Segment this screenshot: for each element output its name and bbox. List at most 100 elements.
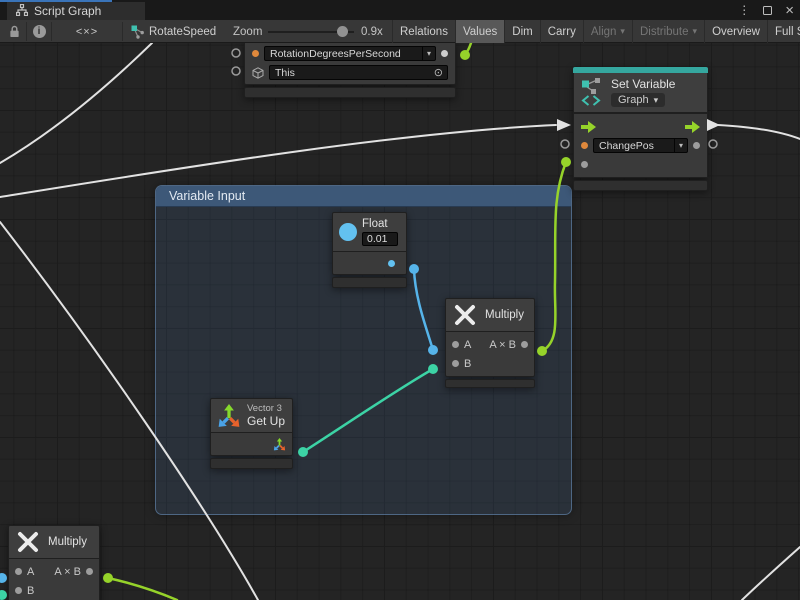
- wire-green-multiply-bottom-out[interactable]: [108, 578, 177, 600]
- output-port[interactable]: [521, 341, 528, 348]
- tab-script-graph[interactable]: Script Graph: [7, 2, 145, 20]
- toolbar-separator: [122, 22, 123, 41]
- vector3-output-port[interactable]: [273, 438, 286, 456]
- distribute-button[interactable]: Distribute▾: [632, 20, 704, 43]
- wire-white-from-set-variable[interactable]: [718, 125, 800, 139]
- input-a-port[interactable]: [15, 568, 22, 575]
- graph-toolbar: i <×> RotateSpeed Zoom 0.9x Relations Va…: [0, 20, 800, 43]
- node-title: Multiply: [485, 309, 524, 321]
- chevron-down-icon: ▾: [693, 26, 698, 37]
- unconnected-port[interactable]: [232, 67, 240, 75]
- wire-green-get-variable-out[interactable]: [465, 43, 471, 55]
- output-label: A × B: [54, 566, 81, 578]
- node-get-variable[interactable]: RotationDegreesPerSecond ▾ This: [244, 43, 456, 98]
- multiply-icon: [453, 303, 477, 327]
- code-view-button[interactable]: <×>: [52, 20, 122, 43]
- value-input-port[interactable]: [581, 161, 588, 168]
- wire-end-green[interactable]: [103, 573, 113, 583]
- variable-value-output-port[interactable]: [441, 50, 448, 57]
- node-type-label: Vector 3: [247, 403, 285, 414]
- unconnected-port[interactable]: [709, 140, 717, 148]
- unconnected-port[interactable]: [232, 49, 240, 57]
- node-footer: [210, 458, 293, 469]
- lock-icon: [9, 25, 20, 38]
- output-label: A × B: [489, 339, 516, 351]
- wire-white-bottomright[interactable]: [742, 547, 800, 600]
- chevron-down-icon: ▾: [620, 26, 625, 37]
- graph-canvas[interactable]: Variable Input RotationDegreesPerSecond …: [0, 43, 800, 600]
- zoom-slider-handle[interactable]: [337, 26, 348, 37]
- inspect-button[interactable]: i: [27, 20, 51, 43]
- set-variable-icon: [581, 77, 603, 107]
- chevron-down-icon: ▾: [674, 139, 687, 152]
- input-a-port[interactable]: [452, 341, 459, 348]
- unity-script-graph-window: Script Graph ⋮ × i <×>: [0, 0, 800, 600]
- variable-name-value: RotationDegreesPerSecond: [265, 48, 406, 60]
- wire-arrowhead-out: [707, 119, 720, 131]
- wire-end-green[interactable]: [561, 157, 571, 167]
- node-multiply[interactable]: Multiply A A × B B: [445, 298, 535, 388]
- wire-end-green[interactable]: [460, 50, 470, 60]
- control-input-port[interactable]: [581, 121, 596, 133]
- node-set-variable[interactable]: Set Variable Graph ▾: [573, 67, 708, 191]
- node-title: Multiply: [48, 536, 87, 548]
- node-float-literal[interactable]: Float 0.01: [332, 212, 407, 288]
- script-graph-icon: [16, 4, 28, 19]
- value-output-port[interactable]: [693, 142, 700, 149]
- input-b-label: B: [464, 358, 471, 370]
- code-toggle-icon: <×>: [76, 26, 98, 38]
- input-b-port[interactable]: [15, 587, 22, 594]
- values-button[interactable]: Values: [455, 20, 504, 43]
- lock-button[interactable]: [2, 20, 26, 43]
- graph-breadcrumb-icon: [130, 20, 146, 43]
- input-a-label: A: [27, 566, 34, 578]
- input-b-label: B: [27, 585, 34, 597]
- node-get-up[interactable]: Vector 3 Get Up: [210, 398, 293, 469]
- titlebar: Script Graph ⋮ ×: [0, 0, 800, 20]
- variable-name-dropdown[interactable]: ChangePos ▾: [593, 138, 688, 153]
- multiply-icon: [16, 530, 40, 554]
- graph-name: RotateSpeed: [149, 26, 216, 38]
- relations-button[interactable]: Relations: [392, 20, 455, 43]
- node-footer: [332, 277, 407, 288]
- maximize-icon[interactable]: [763, 6, 772, 15]
- input-a-label: A: [464, 339, 471, 351]
- graph-breadcrumb[interactable]: RotateSpeed: [149, 20, 216, 43]
- wire-end-teal[interactable]: [0, 590, 7, 600]
- node-footer: [445, 379, 535, 388]
- variable-name-port[interactable]: [252, 50, 259, 57]
- output-port[interactable]: [86, 568, 93, 575]
- node-footer: [244, 87, 456, 98]
- overview-button[interactable]: Overview: [704, 20, 767, 43]
- close-icon[interactable]: ×: [785, 6, 794, 15]
- group-header[interactable]: Variable Input: [156, 186, 571, 207]
- toolbar-buttons: Relations Values Dim Carry Align▾ Distri…: [392, 20, 800, 43]
- window-menu-icon[interactable]: ⋮: [738, 3, 750, 17]
- info-icon: i: [33, 25, 46, 38]
- float-output-port[interactable]: [388, 260, 395, 267]
- zoom-value: 0.9x: [361, 20, 383, 43]
- variable-name-port[interactable]: [581, 142, 588, 149]
- control-output-port[interactable]: [685, 121, 700, 133]
- target-object-field[interactable]: This ⊙: [269, 65, 448, 80]
- variable-scope-dropdown[interactable]: Graph ▾: [611, 93, 665, 107]
- object-picker-icon[interactable]: ⊙: [434, 66, 447, 79]
- wire-end-blue[interactable]: [0, 573, 7, 583]
- group-title: Variable Input: [169, 189, 245, 203]
- variable-name-dropdown[interactable]: RotationDegreesPerSecond ▾: [264, 46, 436, 61]
- dim-button[interactable]: Dim: [504, 20, 539, 43]
- chevron-down-icon: ▾: [422, 47, 435, 60]
- align-button[interactable]: Align▾: [583, 20, 632, 43]
- input-b-port[interactable]: [452, 360, 459, 367]
- float-value-input[interactable]: 0.01: [362, 232, 398, 246]
- unconnected-port[interactable]: [561, 140, 569, 148]
- fullscreen-button[interactable]: Full Screen: [767, 20, 800, 43]
- wire-white-topleft[interactable]: [0, 43, 152, 163]
- window-controls: ⋮ ×: [738, 0, 794, 20]
- target-object-value: This: [270, 67, 300, 79]
- node-multiply-bottom[interactable]: Multiply A A × B B: [8, 525, 100, 600]
- variable-name-value: ChangePos: [594, 140, 659, 152]
- carry-button[interactable]: Carry: [540, 20, 583, 43]
- node-title: Float: [362, 218, 398, 230]
- zoom-label: Zoom: [233, 20, 262, 43]
